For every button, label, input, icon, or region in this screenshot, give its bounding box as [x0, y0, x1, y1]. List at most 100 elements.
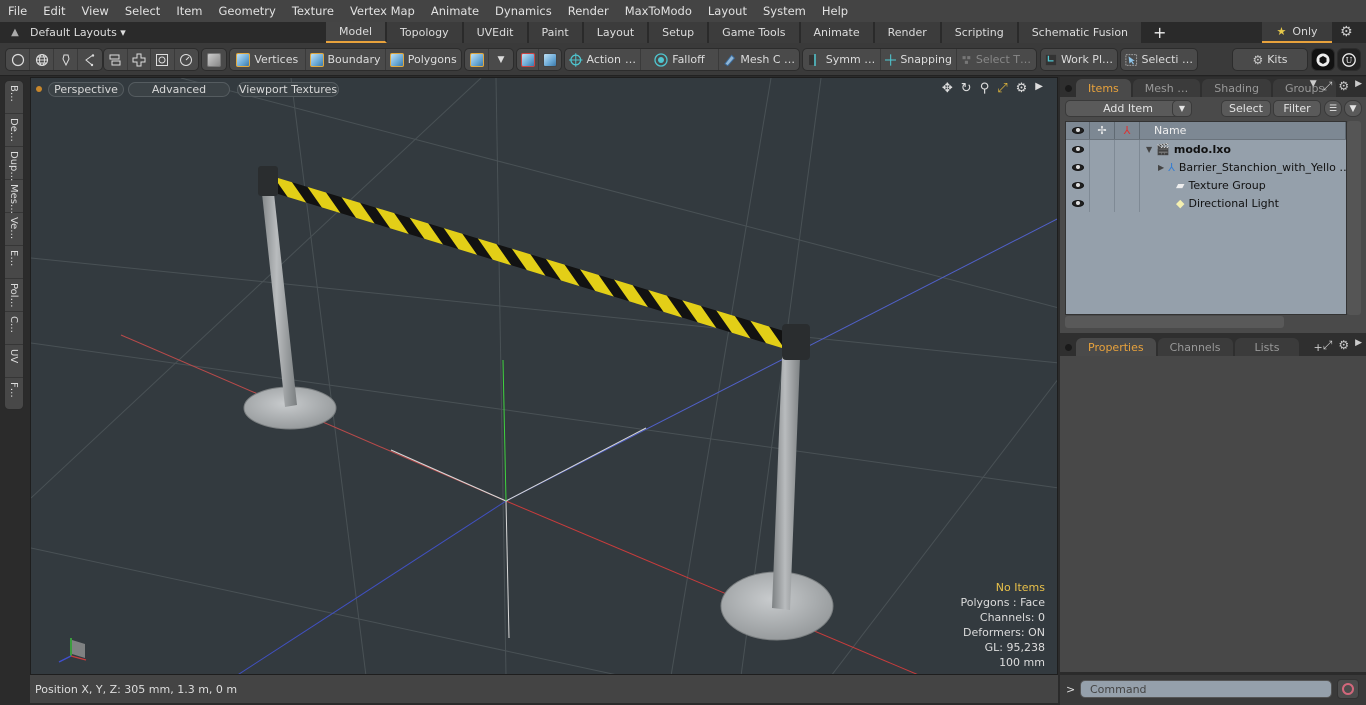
menu-item[interactable]: Item — [168, 4, 210, 18]
vtab-deform[interactable]: De… — [5, 114, 23, 147]
menu-select[interactable]: Select — [117, 4, 168, 18]
tree-vertical-scrollbar[interactable] — [1347, 121, 1361, 315]
snapping-button[interactable]: Snapping — [881, 49, 957, 70]
menu-render[interactable]: Render — [560, 4, 617, 18]
command-input[interactable]: Command — [1080, 680, 1332, 698]
filter-button[interactable]: Filter — [1273, 100, 1321, 117]
unreal-button[interactable]: U — [1338, 49, 1360, 70]
tab-channels[interactable]: Channels — [1157, 338, 1233, 356]
tab-animate[interactable]: Animate — [800, 22, 875, 43]
zoom-magnifier-icon[interactable]: ⚲ — [980, 81, 990, 96]
panel-menu-dot[interactable] — [1060, 79, 1076, 97]
expand-triangle-icon[interactable]: ▼ — [1146, 145, 1152, 154]
selection-sets-button[interactable]: Selecti … — [1121, 49, 1197, 70]
tab-render[interactable]: Render — [874, 22, 942, 43]
mode-dropdown-button[interactable]: ▼ — [489, 49, 513, 70]
collapse-up-icon[interactable]: ▲ — [0, 27, 30, 38]
menu-animate[interactable]: Animate — [423, 4, 487, 18]
viewport-menu-dot[interactable] — [36, 86, 42, 92]
vtab-basic[interactable]: B… — [5, 81, 23, 114]
menu-edit[interactable]: Edit — [35, 4, 73, 18]
tab-scripting[interactable]: Scripting — [941, 22, 1019, 43]
view-mode-button[interactable]: Perspective — [48, 82, 124, 97]
maximize-icon[interactable]: ⤢ — [997, 81, 1007, 96]
tab-paint[interactable]: Paint — [528, 22, 584, 43]
tree-row[interactable]: ▶ ⅄ Barrier_Stanchion_with_Yello … — [1066, 158, 1350, 176]
select-through-button[interactable]: Select T… — [957, 49, 1035, 70]
tab-topology[interactable]: Topology — [387, 22, 464, 43]
add-tab-button[interactable]: + — [1143, 23, 1176, 42]
world-axis-button[interactable] — [517, 49, 540, 70]
panel-maximize-icon[interactable]: ⤢ — [1323, 79, 1333, 94]
tab-game-tools[interactable]: Game Tools — [709, 22, 801, 43]
item-mode-button[interactable] — [202, 49, 226, 70]
panel-arrow-right-icon[interactable]: ▶ — [1355, 338, 1362, 353]
gear-icon[interactable]: ⚙ — [1340, 24, 1353, 40]
menu-view[interactable]: View — [74, 4, 117, 18]
menu-system[interactable]: System — [755, 4, 814, 18]
symmetry-button[interactable]: Symm … — [803, 49, 881, 70]
visibility-column-header[interactable] — [1066, 122, 1090, 139]
scene-root-item[interactable]: ▼ 🎬 modo.lxo — [1146, 143, 1231, 156]
cross-layout-button[interactable] — [128, 49, 151, 70]
vtab-edge[interactable]: E… — [5, 246, 23, 279]
work-plane-button[interactable]: Work Pl… — [1041, 49, 1117, 70]
visibility-toggle[interactable] — [1066, 194, 1090, 212]
menu-layout[interactable]: Layout — [700, 4, 755, 18]
menu-texture[interactable]: Texture — [284, 4, 342, 18]
tab-mesh-ops[interactable]: Mesh … — [1132, 79, 1201, 97]
menu-help[interactable]: Help — [814, 4, 856, 18]
tab-layout[interactable]: Layout — [583, 22, 650, 43]
visibility-toggle[interactable] — [1066, 140, 1090, 158]
tab-lists[interactable]: Lists — [1234, 338, 1300, 356]
align-button[interactable] — [104, 49, 128, 70]
menu-vertex-map[interactable]: Vertex Map — [342, 4, 423, 18]
falloff-button[interactable]: Falloff — [641, 49, 719, 70]
vertices-mode-button[interactable]: Vertices — [230, 49, 306, 70]
tree-row[interactable]: ▰ Texture Group — [1066, 176, 1346, 194]
lock-column-header[interactable]: ✢ — [1090, 122, 1115, 139]
polygons-mode-button[interactable]: Polygons — [386, 49, 462, 70]
panel-gear-icon[interactable]: ⚙ — [1338, 338, 1349, 353]
tab-schematic-fusion[interactable]: Schematic Fusion — [1018, 22, 1144, 43]
vtab-fusion[interactable]: F… — [5, 378, 23, 411]
menu-dynamics[interactable]: Dynamics — [487, 4, 560, 18]
type-column-header[interactable]: ⅄ — [1115, 122, 1140, 139]
panel-maximize-icon[interactable]: ⤢ — [1323, 338, 1333, 353]
unity-button[interactable] — [1312, 49, 1334, 70]
vtab-curve[interactable]: C… — [5, 312, 23, 345]
shading-mode-button[interactable]: Advanced — [128, 82, 230, 97]
tab-uvedit[interactable]: UVEdit — [463, 22, 529, 43]
tab-properties[interactable]: Properties — [1076, 338, 1156, 356]
collapse-triangle-icon[interactable]: ▶ — [1158, 163, 1164, 172]
visibility-toggle[interactable] — [1066, 176, 1090, 194]
rotate-icon[interactable]: ↻ — [961, 81, 972, 96]
boundary-mode-button[interactable]: Boundary — [306, 49, 386, 70]
name-column-header[interactable]: Name — [1140, 122, 1346, 139]
viewport-textures-button[interactable]: Viewport Textures — [237, 82, 339, 97]
viewport-gear-icon[interactable]: ⚙ — [1016, 81, 1028, 96]
menu-file[interactable]: File — [0, 4, 35, 18]
mesh-item[interactable]: ▶ ⅄ Barrier_Stanchion_with_Yello … — [1158, 161, 1350, 174]
only-favorites-button[interactable]: ★ Only — [1262, 22, 1332, 43]
select-button[interactable]: Select — [1221, 100, 1271, 117]
local-axis-button[interactable] — [539, 49, 561, 70]
panel-menu-dot[interactable] — [1060, 338, 1076, 356]
menu-geometry[interactable]: Geometry — [211, 4, 284, 18]
visibility-toggle[interactable] — [1066, 158, 1090, 176]
vtab-polygon[interactable]: Pol… — [5, 279, 23, 312]
mesh-constraint-button[interactable]: Mesh C … — [719, 49, 799, 70]
vtab-vertex[interactable]: Ve… — [5, 213, 23, 246]
material-mode-button[interactable] — [465, 49, 489, 70]
vtab-duplicate[interactable]: Dup… — [5, 147, 23, 181]
kits-button[interactable]: ⚙ Kits — [1233, 49, 1307, 70]
dial-button[interactable] — [175, 49, 198, 70]
record-macro-button[interactable] — [1337, 679, 1359, 699]
pen-tool-button[interactable] — [54, 49, 78, 70]
3d-viewport[interactable]: Perspective Advanced Viewport Textures ✥… — [30, 77, 1058, 675]
list-options-button[interactable]: ☰ — [1324, 100, 1342, 117]
tab-items[interactable]: Items — [1076, 79, 1131, 97]
action-center-button[interactable]: Action… — [565, 49, 641, 70]
vtab-uv[interactable]: UV — [5, 345, 23, 378]
tree-horizontal-scrollbar[interactable] — [1065, 316, 1284, 328]
